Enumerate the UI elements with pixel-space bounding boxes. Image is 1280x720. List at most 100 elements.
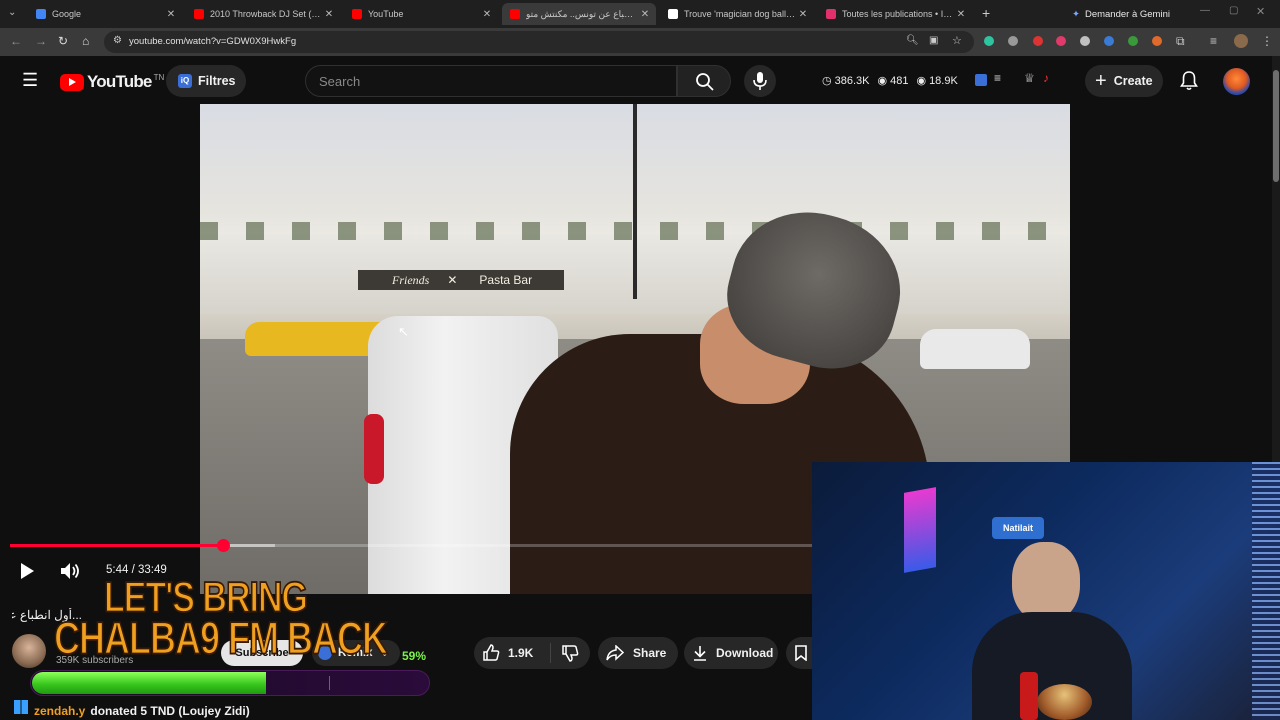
browser-menu-icon[interactable]: ⋮ bbox=[1261, 34, 1273, 48]
eye-icon: ◉ bbox=[877, 75, 888, 87]
back-icon[interactable]: ← bbox=[10, 34, 22, 48]
tab-favicon-icon bbox=[826, 9, 836, 19]
home-icon[interactable]: ⌂ bbox=[82, 34, 89, 48]
dislike-button[interactable] bbox=[551, 637, 589, 669]
forward-icon[interactable]: → bbox=[35, 34, 47, 48]
stream-headline-line2: CHALBA9 FM BACK bbox=[53, 611, 388, 664]
browser-tab-bar: ⌄ Google✕2010 Throwback DJ Set (Rihann✕Y… bbox=[0, 0, 1280, 28]
tab-favicon-icon bbox=[510, 9, 520, 19]
tab-title: 2010 Throwback DJ Set (Rihann bbox=[210, 9, 322, 19]
filter-icon: iQ bbox=[178, 74, 192, 88]
tab-close-icon[interactable]: ✕ bbox=[796, 9, 810, 20]
extension-icon[interactable] bbox=[1033, 36, 1043, 46]
download-button[interactable]: Download bbox=[684, 637, 778, 669]
donation-user: zendah.y bbox=[34, 704, 86, 718]
play-button[interactable] bbox=[18, 562, 38, 582]
like-button[interactable]: 1.9K bbox=[474, 637, 550, 669]
tab-title: Toutes les publications • Instag bbox=[842, 9, 954, 19]
extension-icon[interactable] bbox=[984, 36, 994, 46]
extension-icon[interactable] bbox=[1080, 36, 1090, 46]
progress-scrubber[interactable] bbox=[216, 539, 230, 552]
download-icon bbox=[694, 646, 706, 661]
tab-list-chevron-icon[interactable]: ⌄ bbox=[8, 7, 16, 18]
tab-close-icon[interactable]: ✕ bbox=[638, 9, 652, 20]
natilait-sign: Natilait bbox=[992, 517, 1044, 539]
extension-icon[interactable] bbox=[1008, 36, 1018, 46]
progress-bar-played bbox=[10, 544, 223, 547]
filter-label: Filtres bbox=[198, 74, 236, 88]
search-box[interactable]: Search bbox=[305, 65, 677, 97]
extension-icon[interactable] bbox=[1128, 36, 1138, 46]
share-label: Share bbox=[633, 646, 667, 660]
channel-avatar[interactable] bbox=[12, 634, 46, 668]
create-label: Create bbox=[1113, 74, 1153, 88]
user-avatar[interactable] bbox=[1223, 68, 1250, 95]
tab-title: YouTube bbox=[368, 9, 404, 19]
bookmark-star-icon[interactable]: ☆ bbox=[952, 34, 962, 47]
maximize-icon[interactable]: ▢ bbox=[1229, 5, 1238, 16]
sign-friends: Friends bbox=[392, 272, 430, 287]
voice-search-button[interactable] bbox=[744, 65, 776, 97]
tab-close-icon[interactable]: ✕ bbox=[954, 9, 968, 20]
download-label: Download bbox=[716, 646, 774, 660]
browser-tab[interactable]: Google ✕ bbox=[28, 3, 182, 25]
search-button[interactable] bbox=[677, 65, 731, 97]
youtube-play-icon bbox=[60, 73, 84, 91]
eye-icon: ◉ bbox=[916, 75, 927, 87]
notifications-bell-icon[interactable] bbox=[1180, 71, 1198, 91]
search-icon bbox=[696, 73, 714, 91]
browser-tab[interactable]: Trouve 'magician dog ball kid g ✕ bbox=[660, 3, 814, 25]
create-button[interactable]: + Create bbox=[1085, 65, 1163, 97]
other-stat: 18.9K bbox=[929, 74, 958, 87]
gemini-button[interactable]: ✦ Demander à Gemini bbox=[1072, 4, 1170, 24]
address-bar[interactable]: ⚙ youtube.com/watch?v=GDW0X9HwkFg 🔍︎ ▣ ☆ bbox=[104, 31, 974, 53]
donation-goal-percent: 59% bbox=[402, 649, 427, 663]
trophy-icon[interactable]: ♕ bbox=[1024, 71, 1035, 85]
reading-list-icon[interactable]: ≡ bbox=[1210, 34, 1217, 48]
tab-close-icon[interactable]: ✕ bbox=[480, 9, 494, 20]
extension-icon[interactable] bbox=[1152, 36, 1162, 46]
microphone-icon bbox=[753, 72, 767, 90]
browser-tab[interactable]: أول انطباع عن تونس.. مكنتش متو✕ bbox=[502, 3, 656, 25]
zoom-icon[interactable]: 🔍︎ bbox=[906, 35, 919, 46]
tab-title: Google bbox=[52, 9, 82, 19]
tv-screen bbox=[904, 487, 936, 573]
browser-tab[interactable]: YouTube ✕ bbox=[344, 3, 498, 25]
country-code: TN bbox=[153, 72, 165, 82]
storefront-sign: Friends ✕ Pasta Bar bbox=[358, 270, 564, 290]
browser-tab[interactable]: 2010 Throwback DJ Set (Rihann✕ bbox=[186, 3, 340, 25]
install-icon[interactable]: ▣ bbox=[929, 35, 938, 46]
tab-close-icon[interactable]: ✕ bbox=[322, 9, 336, 20]
youtube-header: ☰ YouTube TN iQ Filtres Search ◷ 386.3K … bbox=[0, 56, 1272, 106]
windows-start-icon[interactable] bbox=[14, 700, 28, 714]
volume-button[interactable] bbox=[60, 562, 82, 582]
browser-toolbar: ← → ↻ ⌂ ⚙ youtube.com/watch?v=GDW0X9HwkF… bbox=[0, 28, 1280, 56]
url-text: youtube.com/watch?v=GDW0X9HwkFg bbox=[129, 36, 297, 47]
new-tab-button[interactable]: + bbox=[982, 5, 990, 21]
hamburger-menu-icon[interactable]: ☰ bbox=[22, 70, 38, 91]
list-icon[interactable]: ≡ bbox=[994, 71, 1001, 85]
alert-bell-icon[interactable]: ♪ bbox=[1043, 71, 1049, 85]
tab-favicon-icon bbox=[668, 9, 678, 19]
like-dislike-group: 1.9K bbox=[474, 637, 590, 669]
share-button[interactable]: Share bbox=[598, 637, 678, 669]
browser-tab[interactable]: Toutes les publications • Instag ✕ bbox=[818, 3, 972, 25]
extensions-puzzle-icon[interactable]: ⧉ bbox=[1176, 34, 1185, 49]
filter-button[interactable]: iQ Filtres bbox=[166, 65, 246, 97]
streamer-webcam: Natilait bbox=[812, 462, 1280, 720]
search-input[interactable]: Search bbox=[319, 74, 360, 89]
iq-extension-icon[interactable] bbox=[975, 74, 987, 86]
extension-icon[interactable] bbox=[1056, 36, 1066, 46]
minimize-icon[interactable]: — bbox=[1200, 5, 1210, 16]
reload-icon[interactable]: ↻ bbox=[58, 34, 68, 48]
close-window-icon[interactable]: ✕ bbox=[1256, 5, 1265, 18]
scrollbar-thumb[interactable] bbox=[1273, 70, 1279, 182]
save-button[interactable] bbox=[786, 637, 812, 669]
site-info-icon[interactable]: ⚙ bbox=[113, 35, 122, 46]
youtube-logo[interactable]: YouTube TN bbox=[60, 72, 164, 92]
gemini-icon: ✦ bbox=[1072, 8, 1080, 20]
extension-icon[interactable] bbox=[1104, 36, 1114, 46]
tab-favicon-icon bbox=[352, 9, 362, 19]
tab-close-icon[interactable]: ✕ bbox=[164, 9, 178, 20]
profile-avatar[interactable] bbox=[1234, 34, 1248, 48]
